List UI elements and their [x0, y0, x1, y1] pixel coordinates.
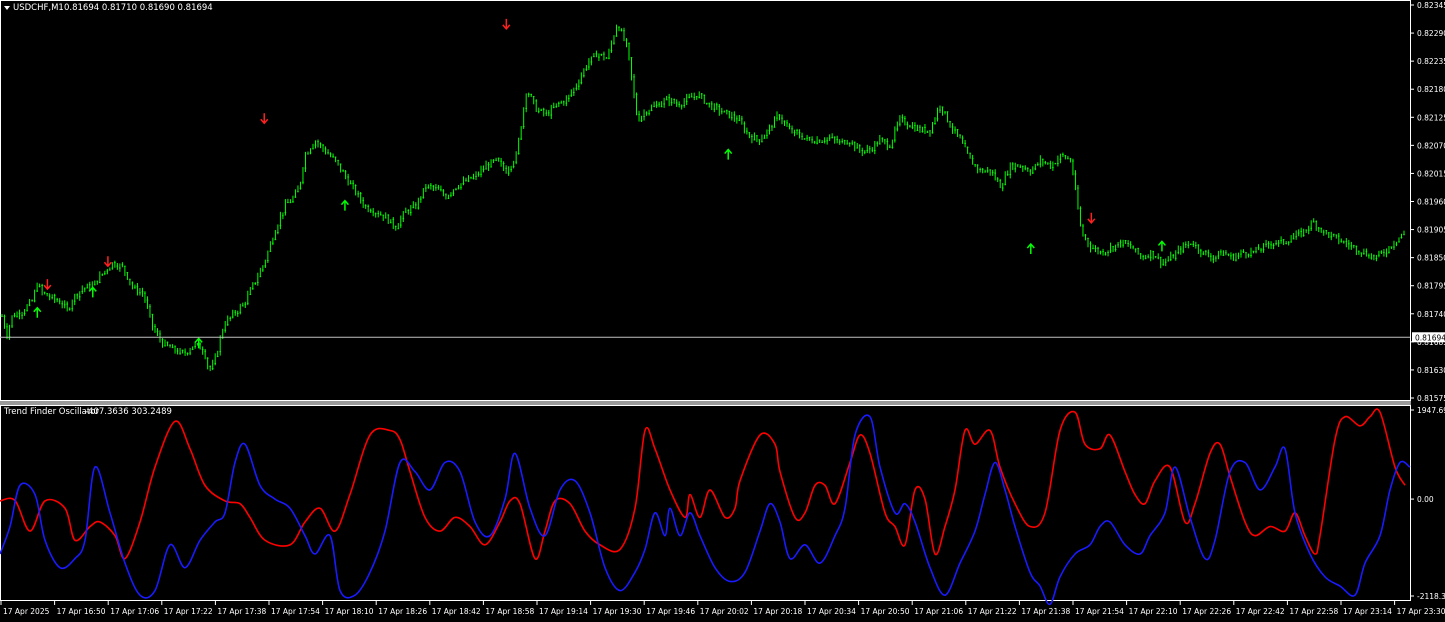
symbol-timeframe: USDCHF,M1 [13, 3, 64, 13]
osc-tick-label: 1947.690 [1417, 406, 1445, 415]
price-tick-label: 0.82235 [1417, 57, 1445, 66]
time-tick-label: 17 Apr 22:10 [1129, 607, 1178, 616]
price-tick-label: 0.81740 [1417, 310, 1445, 319]
time-tick-label: 17 Apr 18:58 [485, 607, 534, 616]
time-tick-label: 17 Apr 18:10 [325, 607, 374, 616]
price-tick-label: 0.81630 [1417, 366, 1445, 375]
indicator-values: -407.3636 303.2489 [85, 407, 172, 417]
time-tick-label: 17 Apr 22:42 [1236, 607, 1285, 616]
window-separator[interactable] [0, 401, 1411, 405]
time-tick-label: 17 Apr 21:22 [968, 607, 1017, 616]
time-tick-label: 17 Apr 17:06 [110, 607, 159, 616]
time-tick-label: 17 Apr 20:02 [700, 607, 749, 616]
oscillator-axis: 1947.690 0.00 -2118.38 [1410, 406, 1445, 601]
main-chart-frame [0, 0, 1411, 401]
time-tick-label: 17 Apr 23:30 [1397, 607, 1445, 616]
time-tick-label: 17 Apr 22:26 [1182, 607, 1231, 616]
time-tick-label: 17 Apr 19:46 [646, 607, 695, 616]
time-tick-label: 17 Apr 17:54 [271, 607, 320, 616]
time-tick-label: 17 Apr 17:22 [164, 607, 213, 616]
price-tick-label: 0.81960 [1417, 198, 1445, 207]
time-tick-label: 17 Apr 21:06 [914, 607, 963, 616]
time-tick-label: 17 Apr 20:50 [861, 607, 910, 616]
time-tick-label: 17 Apr 20:18 [753, 607, 802, 616]
time-tick-label: 17 Apr 22:58 [1289, 607, 1338, 616]
time-tick-label: 17 Apr 19:30 [593, 607, 642, 616]
time-axis: 17 Apr 2025 17 Apr 16:50 17 Apr 17:06 17 Ap… [0, 601, 1445, 616]
price-tick-label: 0.82125 [1417, 113, 1445, 122]
price-tick-label: 0.81575 [1417, 394, 1445, 403]
price-tick-label: 0.81850 [1417, 254, 1445, 263]
price-tick-label: 0.82015 [1417, 169, 1445, 178]
price-tick-label: 0.81795 [1417, 282, 1445, 291]
price-tick-label: 0.82180 [1417, 85, 1445, 94]
price-tick-label: 0.82290 [1417, 29, 1445, 38]
time-tick-label: 17 Apr 18:42 [432, 607, 481, 616]
osc-tick-label: -2118.38 [1417, 592, 1445, 601]
time-tick-label: 17 Apr 19:14 [539, 607, 588, 616]
ohlc-values: 0.81694 0.81710 0.81690 0.81694 [64, 3, 213, 13]
time-tick-label: 17 Apr 2025 [3, 607, 50, 616]
current-price-label: 0.81694 [1415, 333, 1445, 342]
time-tick-label: 17 Apr 23:14 [1343, 607, 1392, 616]
osc-tick-label: 0.00 [1417, 495, 1434, 504]
price-tick-label: 0.82345 [1417, 1, 1445, 10]
price-tick-label: 0.81905 [1417, 226, 1445, 235]
price-tick-label: 0.82070 [1417, 141, 1445, 150]
trading-chart[interactable]: 0.82345 0.82290 0.82235 0.82180 0.82125 0.820… [0, 0, 1445, 622]
time-tick-label: 17 Apr 21:54 [1075, 607, 1124, 616]
price-axis: 0.82345 0.82290 0.82235 0.82180 0.82125 0.820… [1410, 1, 1445, 403]
time-tick-label: 17 Apr 21:38 [1021, 607, 1070, 616]
time-tick-label: 17 Apr 20:34 [807, 607, 856, 616]
time-tick-label: 17 Apr 18:26 [378, 607, 427, 616]
time-tick-label: 17 Apr 16:50 [57, 607, 106, 616]
time-tick-label: 17 Apr 17:38 [217, 607, 266, 616]
